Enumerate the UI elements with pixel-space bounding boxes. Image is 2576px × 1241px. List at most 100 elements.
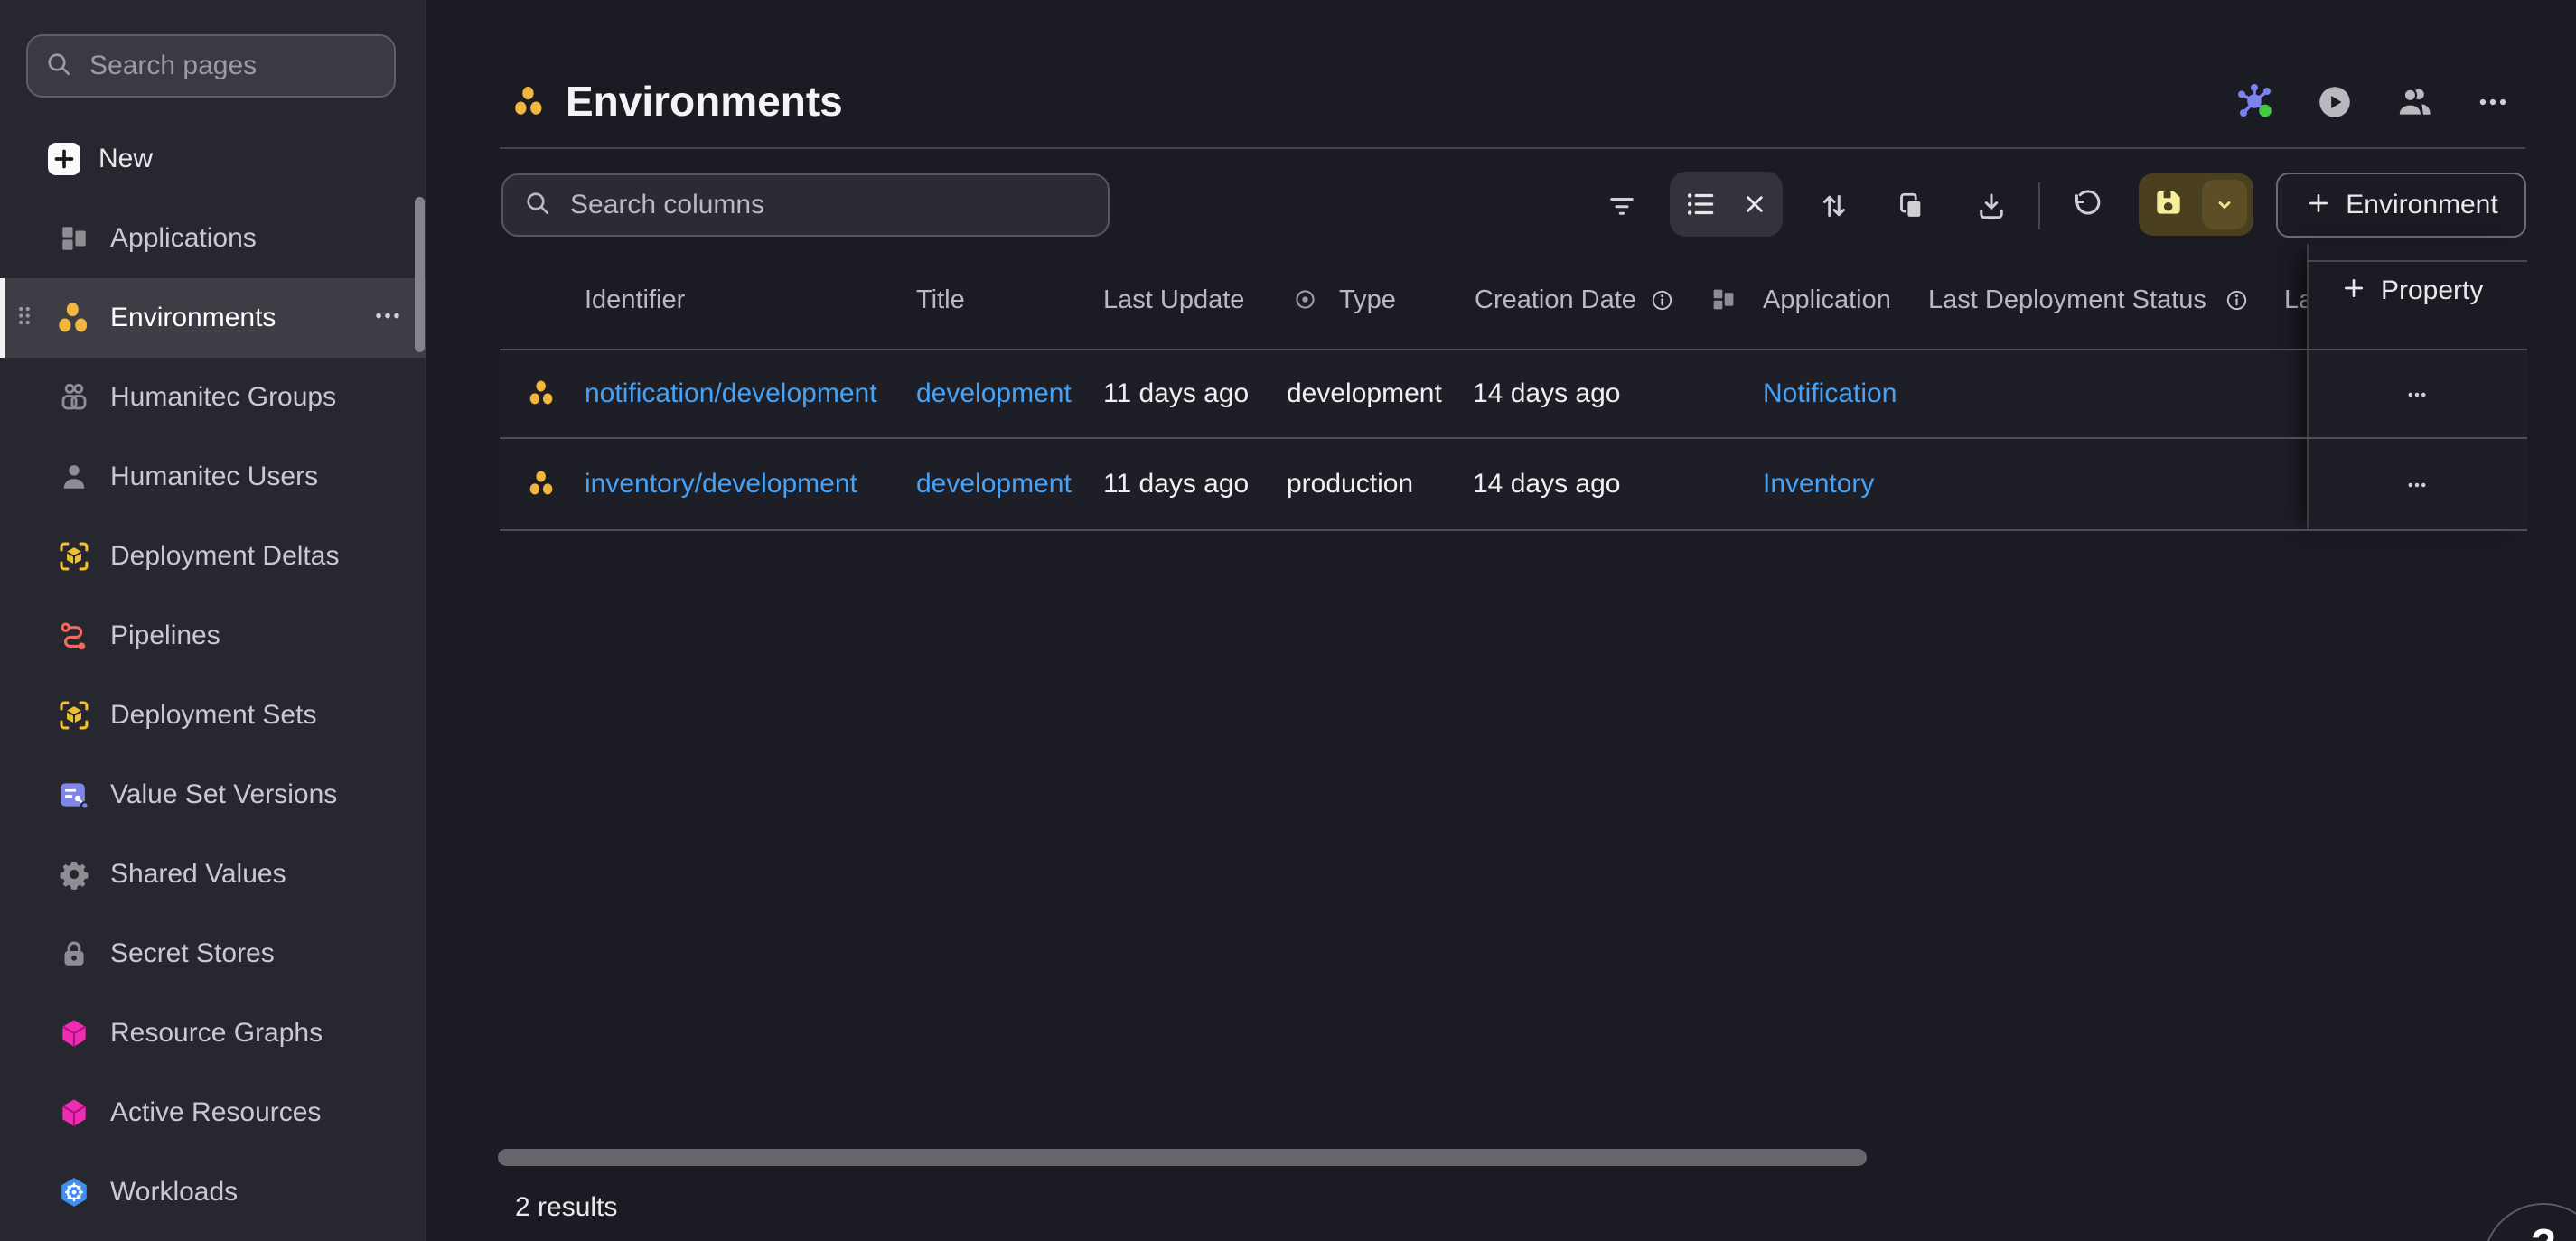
sidebar-item-environments[interactable]: Environments [0, 278, 426, 358]
sidebar-item-resource-graphs[interactable]: Resource Graphs [0, 994, 426, 1073]
radio-icon [1292, 286, 1318, 317]
sidebar-item-humanitec-users[interactable]: Humanitec Users [0, 437, 426, 517]
row-more-button[interactable] [2392, 460, 2442, 510]
drag-handle-icon[interactable] [11, 303, 38, 334]
sidebar-item-pipelines[interactable]: Pipelines [0, 596, 426, 676]
environments-icon [528, 376, 557, 415]
sidebar-item-value-set-versions[interactable]: Value Set Versions [0, 755, 426, 835]
column-search[interactable] [501, 173, 1110, 237]
more-icon[interactable] [372, 301, 403, 336]
column-search-input[interactable] [568, 189, 1088, 221]
close-icon[interactable] [1733, 182, 1776, 226]
add-property-button[interactable]: Property [2339, 274, 2483, 307]
toolbar-divider [2038, 182, 2040, 229]
lock-icon [54, 938, 94, 970]
save-options-button[interactable] [2202, 180, 2247, 229]
sidebar-item-label: Applications [110, 223, 257, 254]
download-button[interactable] [1966, 181, 2017, 231]
cube-brackets-icon [54, 698, 94, 732]
save-button[interactable] [2139, 173, 2253, 236]
filter-button[interactable] [1597, 181, 1647, 231]
row-type: development [1287, 378, 1442, 409]
row-identifier-link[interactable]: inventory/development [585, 469, 857, 499]
help-button[interactable]: ? [2483, 1203, 2576, 1241]
row-divider [500, 529, 2527, 531]
column-header-application[interactable]: Application [1763, 285, 1891, 315]
row-creation-date: 14 days ago [1473, 378, 1620, 409]
column-header-title[interactable]: Title [916, 285, 965, 315]
sidebar-item-label: Shared Values [110, 859, 286, 890]
row-identifier-link[interactable]: notification/development [585, 378, 877, 409]
new-button[interactable]: New [0, 134, 426, 184]
sidebar-item-label: Deployment Deltas [110, 541, 339, 572]
row-more-button[interactable] [2392, 369, 2442, 420]
sidebar-item-deployment-deltas[interactable]: Deployment Deltas [0, 517, 426, 596]
groups-icon [54, 381, 94, 414]
row-title-link[interactable]: development [916, 378, 1072, 409]
save-icon [2151, 185, 2186, 224]
sidebar-item-active-resources[interactable]: Active Resources [0, 1073, 426, 1152]
environments-icon [54, 300, 94, 336]
undo-button[interactable] [2062, 181, 2112, 231]
kubernetes-icon [54, 1175, 94, 1209]
sort-button[interactable] [1809, 181, 1859, 231]
sidebar-search-input[interactable] [88, 50, 378, 82]
environments-icon [528, 466, 557, 505]
table-body-background [500, 350, 2527, 529]
sidebar-item-shared-values[interactable]: Shared Values [0, 835, 426, 914]
row-title-link[interactable]: development [916, 469, 1072, 499]
sidebar-item-label: Active Resources [110, 1097, 321, 1128]
page-title: Environments [566, 77, 843, 126]
column-header-identifier[interactable]: Identifier [585, 285, 685, 315]
results-count: 2 results [515, 1192, 617, 1223]
column-header-last-update[interactable]: Last Update [1103, 285, 1244, 315]
sidebar-search[interactable] [26, 34, 396, 98]
app-root: New Applications Environments [0, 0, 2576, 1241]
sidebar-item-label: Resource Graphs [110, 1018, 323, 1049]
column-header-creation-date[interactable]: Creation Date [1475, 285, 1636, 315]
search-icon [44, 50, 73, 83]
application-grid-icon [1710, 286, 1737, 317]
add-environment-label: Environment [2346, 190, 2497, 220]
pinned-header-top-border [2307, 260, 2527, 262]
cube-brackets-icon [54, 539, 94, 574]
info-icon[interactable] [1650, 288, 1674, 317]
sidebar-item-label: Humanitec Users [110, 462, 318, 492]
play-button[interactable] [2309, 77, 2360, 127]
sidebar-nav: Applications Environments Hum [0, 199, 426, 1232]
help-label: ? [2531, 1219, 2556, 1241]
resource-cube-icon [54, 1096, 94, 1130]
pipeline-icon [54, 620, 94, 652]
horizontal-scrollbar[interactable] [498, 1149, 1867, 1166]
table-header-divider [500, 349, 2527, 350]
resource-cube-icon [54, 1016, 94, 1050]
new-label: New [98, 144, 153, 174]
copy-button[interactable] [1886, 181, 1936, 231]
row-application-link[interactable]: Inventory [1763, 469, 1874, 499]
sidebar-item-label: Value Set Versions [110, 779, 337, 810]
sidebar-item-applications[interactable]: Applications [0, 199, 426, 278]
sidebar-item-label: Environments [110, 303, 276, 333]
add-environment-button[interactable]: Environment [2276, 173, 2526, 238]
row-application-link[interactable]: Notification [1763, 378, 1897, 409]
row-creation-date: 14 days ago [1473, 469, 1620, 499]
applications-icon [54, 223, 94, 254]
chevron-down-icon [2211, 191, 2238, 219]
sidebar-item-secret-stores[interactable]: Secret Stores [0, 914, 426, 994]
sidebar-item-deployment-sets[interactable]: Deployment Sets [0, 676, 426, 755]
sidebar-item-humanitec-groups[interactable]: Humanitec Groups [0, 358, 426, 437]
column-header-type[interactable]: Type [1339, 285, 1396, 315]
sidebar-item-label: Deployment Sets [110, 700, 316, 731]
column-header-last-deployment-status[interactable]: Last Deployment Status [1928, 285, 2206, 315]
info-icon[interactable] [2225, 288, 2249, 317]
sidebar-item-label: Secret Stores [110, 938, 275, 969]
list-view-icon[interactable] [1677, 181, 1724, 228]
row-divider [500, 437, 2527, 439]
resource-graph-button[interactable] [2231, 77, 2281, 127]
sidebar-item-workloads[interactable]: Workloads [0, 1152, 426, 1232]
plus-icon [48, 143, 80, 175]
selected-indicator [0, 278, 5, 358]
users-button[interactable] [2389, 77, 2440, 127]
more-icon[interactable] [2468, 77, 2518, 127]
sidebar-scrollbar[interactable] [415, 197, 425, 352]
